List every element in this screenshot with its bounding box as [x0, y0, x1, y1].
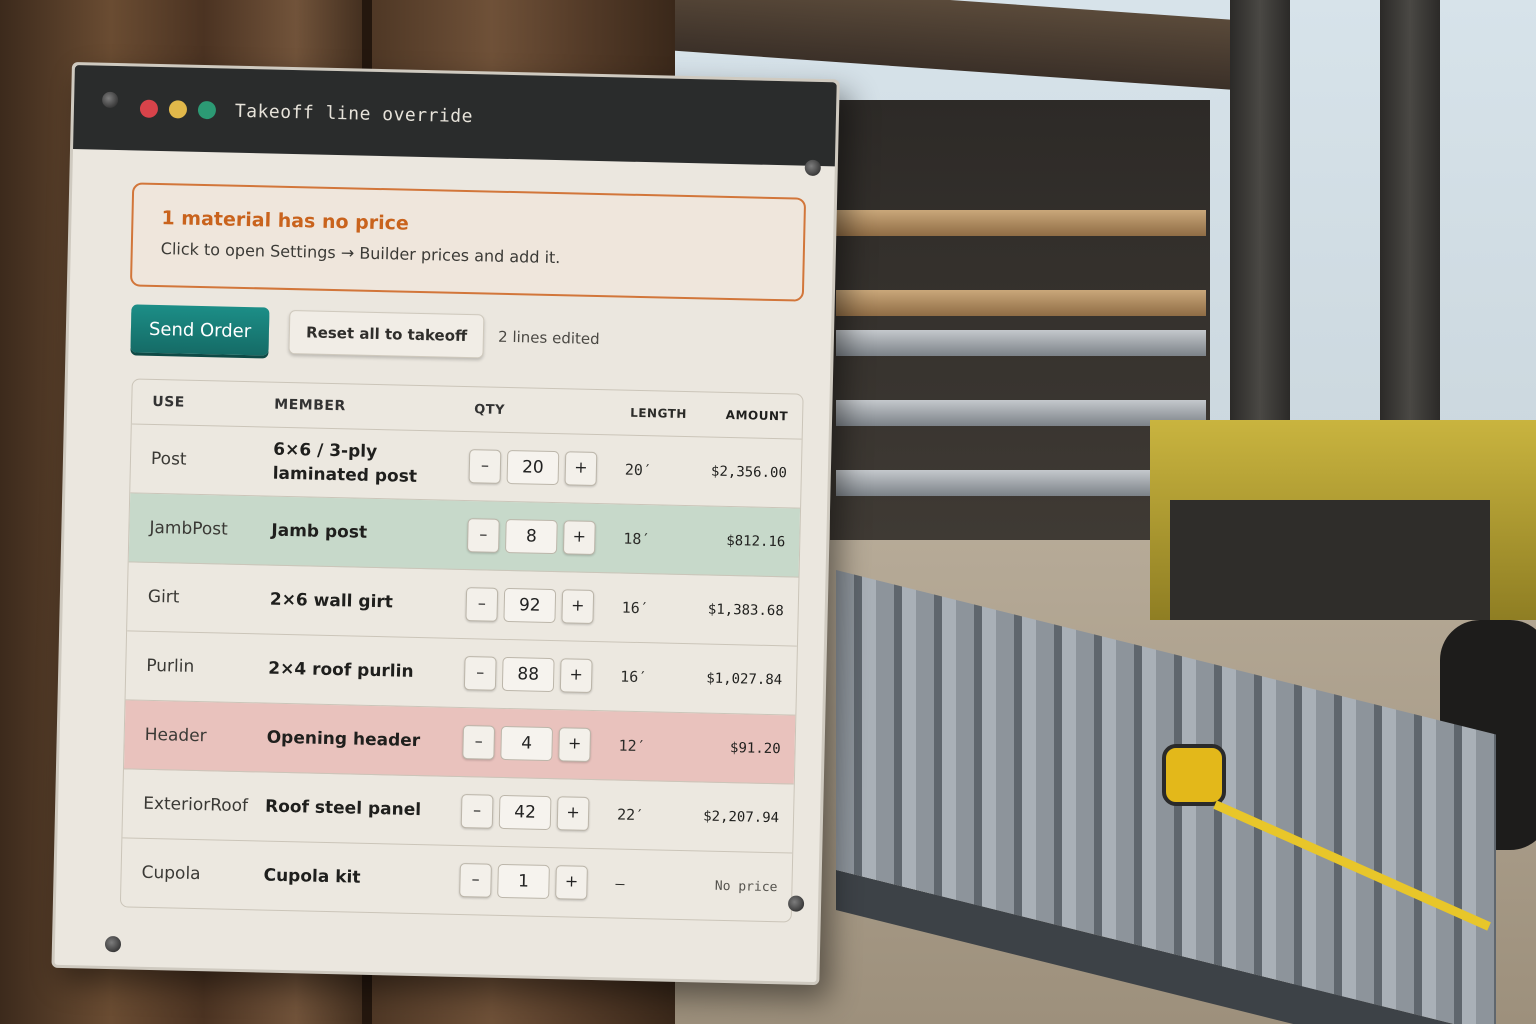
qty-input[interactable]: 1	[497, 863, 550, 900]
row-member: 2×6 wall girt	[269, 589, 394, 613]
row-amount: $812.16	[726, 532, 786, 551]
qty-stepper: – 20 +	[468, 449, 620, 487]
row-use: JambPost	[149, 517, 229, 540]
header-member: MEMBER	[274, 396, 346, 415]
header-amount: AMOUNT	[725, 407, 789, 424]
action-bar: Send Order Reset all to takeoff 2 lines …	[130, 304, 831, 368]
increment-button[interactable]: +	[561, 589, 595, 624]
decrement-button[interactable]: –	[459, 863, 492, 898]
takeoff-window: Takeoff line override 1 material has no …	[51, 62, 840, 986]
qty-input[interactable]: 88	[501, 656, 555, 693]
forklift-carriage	[1170, 500, 1490, 620]
increment-button[interactable]: +	[562, 520, 596, 555]
row-member: Jamb post	[271, 520, 368, 543]
header-use: USE	[152, 393, 185, 411]
missing-price-alert[interactable]: 1 material has no price Click to open Se…	[129, 182, 807, 302]
takeoff-table: USE MEMBER QTY LENGTH AMOUNT Post 6×6 / …	[119, 378, 804, 923]
qty-input[interactable]: 20	[506, 449, 560, 486]
edited-count: 2 lines edited	[497, 327, 600, 349]
window-title: Takeoff line override	[234, 100, 474, 127]
qty-stepper: – 88 +	[463, 656, 615, 693]
decrement-button[interactable]: –	[466, 518, 500, 553]
decrement-button[interactable]: –	[465, 587, 499, 622]
row-use: ExteriorRoof	[142, 793, 249, 817]
title-bar: Takeoff line override	[73, 65, 837, 167]
tape-measure-icon	[1162, 744, 1226, 806]
minimize-window-button[interactable]	[168, 100, 188, 119]
send-order-button[interactable]: Send Order	[130, 304, 270, 356]
row-length: 12′	[618, 736, 646, 756]
increment-button[interactable]: +	[556, 796, 590, 831]
increment-button[interactable]: +	[558, 727, 592, 762]
row-use: Post	[150, 448, 187, 470]
header-length: LENGTH	[630, 405, 688, 422]
row-amount: $2,207.94	[703, 808, 780, 827]
alert-body: Click to open Settings → Builder prices …	[160, 239, 561, 268]
row-member: 2×4 roof purlin	[268, 658, 414, 682]
row-length: 18′	[623, 529, 651, 549]
increment-button[interactable]: +	[559, 658, 593, 693]
row-member: Opening header	[266, 727, 421, 752]
maximize-window-button[interactable]	[197, 100, 217, 120]
row-length: 16′	[621, 598, 650, 618]
qty-input[interactable]: 4	[500, 725, 554, 762]
decrement-button[interactable]: –	[468, 449, 502, 484]
row-member: Cupola kit	[263, 865, 361, 888]
decrement-button[interactable]: –	[462, 725, 496, 760]
row-amount-no-price: No price	[714, 878, 778, 895]
row-amount: $1,027.84	[706, 670, 783, 689]
row-length: 16′	[619, 667, 648, 687]
screw-icon	[104, 935, 122, 953]
row-use: Girt	[147, 586, 180, 608]
row-length: 22′	[616, 805, 645, 825]
row-member: 6×6 / 3-ply laminated post	[272, 439, 418, 487]
screw-icon	[804, 159, 821, 177]
increment-button[interactable]: +	[555, 865, 588, 900]
qty-stepper: – 1 +	[459, 863, 610, 900]
row-amount: $1,383.68	[707, 601, 784, 620]
row-use: Purlin	[146, 655, 195, 677]
row-length: –	[615, 874, 625, 893]
decrement-button[interactable]: –	[460, 794, 494, 829]
row-amount: $91.20	[729, 740, 781, 758]
row-use: Header	[144, 724, 207, 747]
qty-stepper: – 92 +	[465, 587, 616, 624]
header-qty: QTY	[474, 401, 506, 418]
qty-stepper: – 4 +	[462, 725, 613, 762]
qty-stepper: – 42 +	[460, 794, 612, 831]
row-amount: $2,356.00	[710, 463, 788, 482]
row-member: Roof steel panel	[264, 796, 422, 821]
table-row: Cupola Cupola kit – 1 + – No price	[121, 838, 792, 921]
qty-stepper: – 8 +	[466, 518, 618, 555]
qty-input[interactable]: 92	[503, 587, 557, 624]
screw-icon	[787, 895, 805, 912]
decrement-button[interactable]: –	[463, 656, 497, 691]
reset-all-button[interactable]: Reset all to takeoff	[288, 310, 485, 359]
qty-input[interactable]: 8	[504, 518, 558, 555]
qty-input[interactable]: 42	[498, 794, 552, 831]
row-length: 20′	[624, 460, 653, 480]
row-use: Cupola	[141, 862, 201, 885]
alert-title: 1 material has no price	[161, 207, 410, 235]
close-window-button[interactable]	[139, 99, 159, 118]
increment-button[interactable]: +	[564, 451, 598, 487]
